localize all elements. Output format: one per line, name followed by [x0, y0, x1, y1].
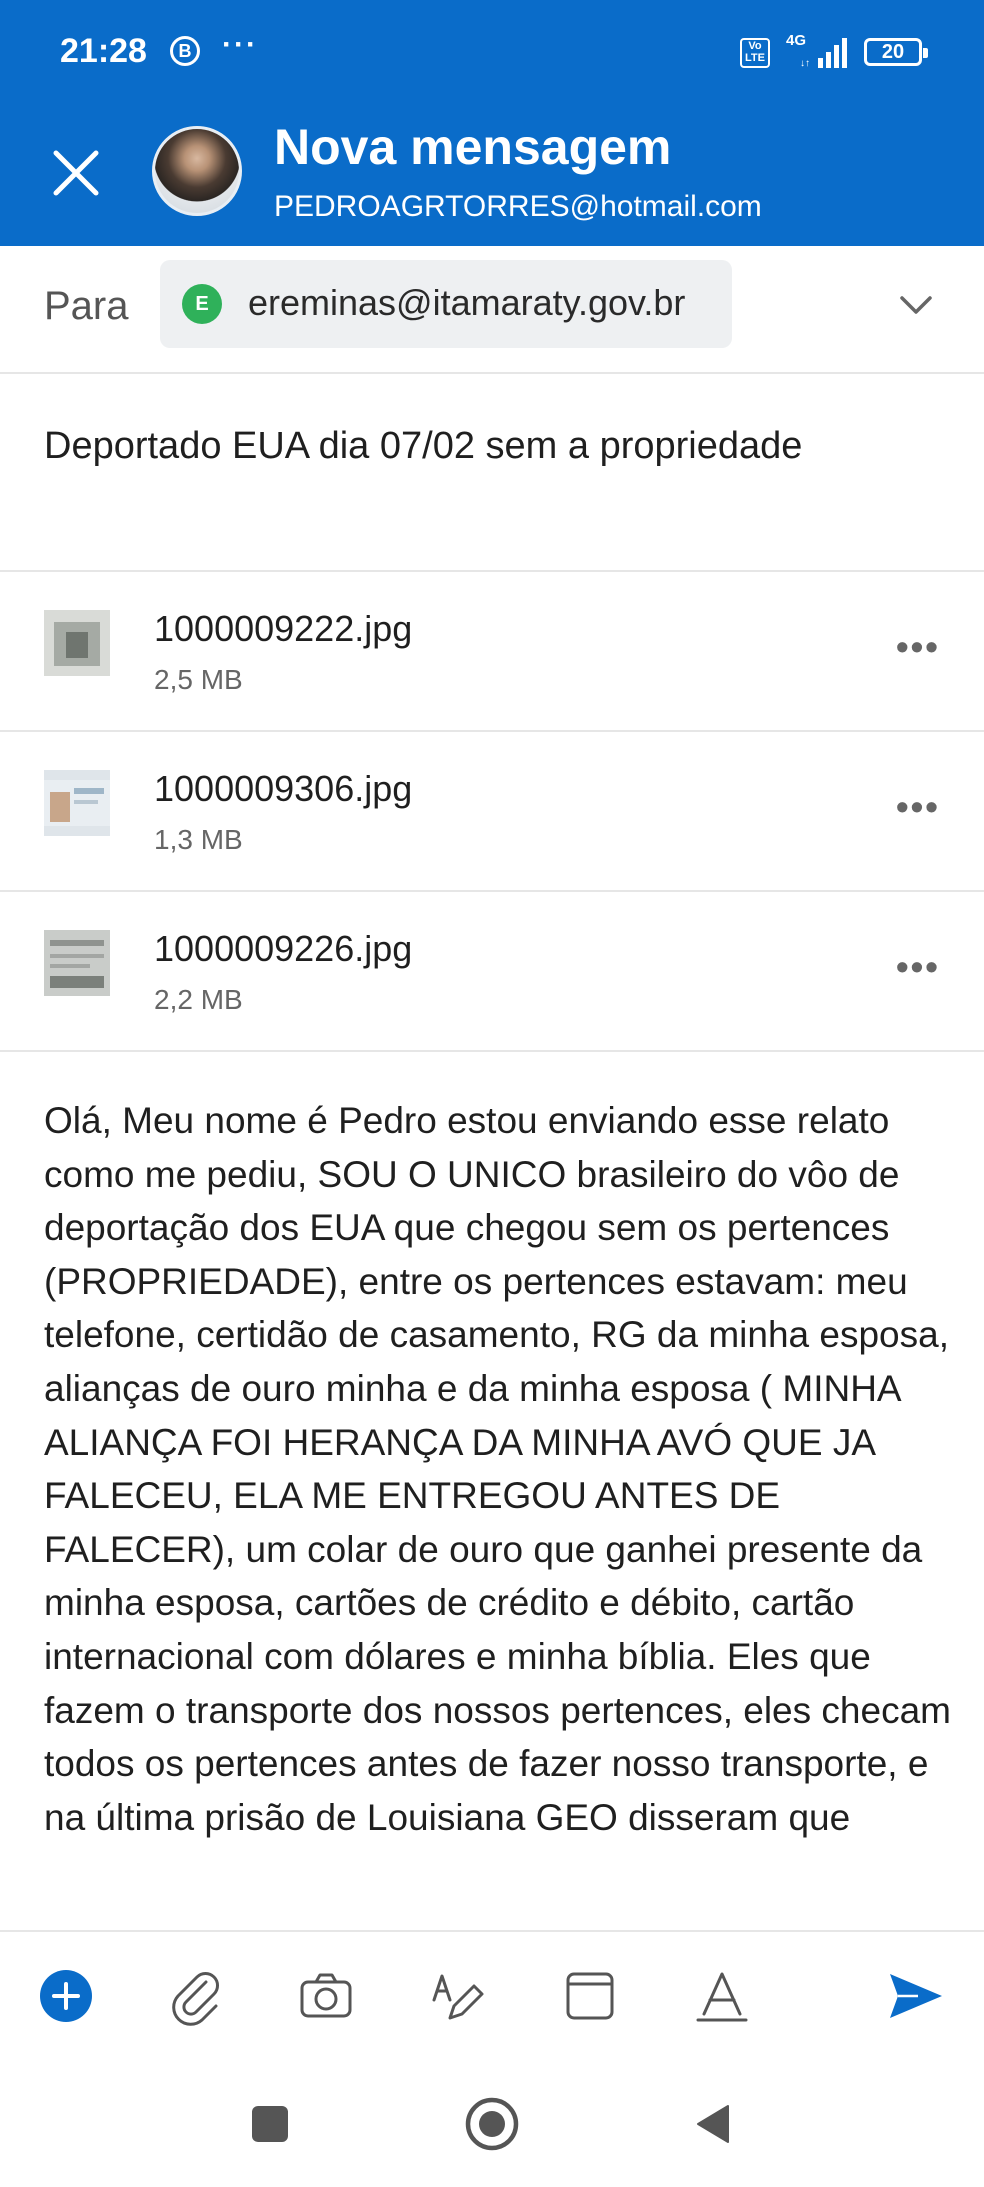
- attachment-size: 1,3 MB: [154, 824, 243, 855]
- subject-field[interactable]: Deportado EUA dia 07/02 sem a propriedad…: [44, 420, 944, 472]
- more-options-icon[interactable]: •••: [896, 946, 940, 988]
- window-icon[interactable]: [560, 1966, 620, 2026]
- attachment-item[interactable]: 1000009306.jpg 1,3 MB •••: [0, 732, 984, 892]
- attachment-name: 1000009306.jpg: [154, 768, 413, 809]
- more-options-icon[interactable]: •••: [896, 786, 940, 828]
- page-title: Nova mensagem: [274, 119, 672, 175]
- compose-toolbar: [0, 1930, 984, 2062]
- attachment-size: 2,2 MB: [154, 984, 243, 1015]
- more-options-icon[interactable]: •••: [896, 626, 940, 668]
- notification-badge-icon: B: [170, 36, 200, 66]
- attachment-size: 2,5 MB: [154, 664, 243, 695]
- recipient-chip[interactable]: E ereminas@itamaraty.gov.br: [160, 260, 732, 348]
- attachment-item[interactable]: 1000009222.jpg 2,5 MB •••: [0, 572, 984, 732]
- back-icon[interactable]: [692, 2102, 736, 2146]
- attachment-item[interactable]: 1000009226.jpg 2,2 MB •••: [0, 892, 984, 1052]
- sender-email: PEDROAGRTORRES@hotmail.com: [274, 190, 762, 223]
- close-icon[interactable]: [46, 143, 106, 203]
- text-format-icon[interactable]: [692, 1966, 752, 2026]
- camera-icon[interactable]: [296, 1966, 356, 2026]
- home-icon[interactable]: [464, 2096, 520, 2152]
- attachment-name: 1000009226.jpg: [154, 928, 413, 969]
- paperclip-icon[interactable]: [166, 1966, 226, 2026]
- battery-icon: 20: [864, 38, 928, 66]
- status-time: 21:28: [60, 32, 147, 70]
- send-icon[interactable]: [886, 1966, 946, 2026]
- system-nav-bar: [0, 2060, 984, 2187]
- recipient-avatar: E: [182, 284, 222, 324]
- message-body[interactable]: Olá, Meu nome é Pedro estou enviando ess…: [44, 1094, 954, 1924]
- image-thumbnail: [44, 930, 110, 996]
- more-notifications-icon: ···: [222, 28, 258, 61]
- chevron-down-icon[interactable]: [896, 290, 936, 320]
- app-header: 21:28 B ··· Vo LTE 4G ↓↑ 20 Nova mensage…: [0, 0, 984, 246]
- divider: [0, 1050, 984, 1052]
- svg-text:↓↑: ↓↑: [800, 58, 810, 68]
- add-icon[interactable]: [36, 1966, 96, 2026]
- image-thumbnail: [44, 610, 110, 676]
- sender-avatar[interactable]: [152, 126, 242, 216]
- recipient-email: ereminas@itamaraty.gov.br: [248, 282, 686, 323]
- status-bar: 21:28 B ··· Vo LTE 4G ↓↑ 20: [0, 0, 984, 110]
- to-label: Para: [44, 284, 129, 328]
- attachment-name: 1000009222.jpg: [154, 608, 413, 649]
- volte-icon: Vo LTE: [740, 38, 770, 68]
- to-row: Para E ereminas@itamaraty.gov.br: [0, 246, 984, 374]
- image-thumbnail: [44, 770, 110, 836]
- recents-icon[interactable]: [250, 2104, 290, 2144]
- pen-draw-icon[interactable]: [426, 1966, 486, 2026]
- signal-icon: ↓↑: [800, 38, 847, 68]
